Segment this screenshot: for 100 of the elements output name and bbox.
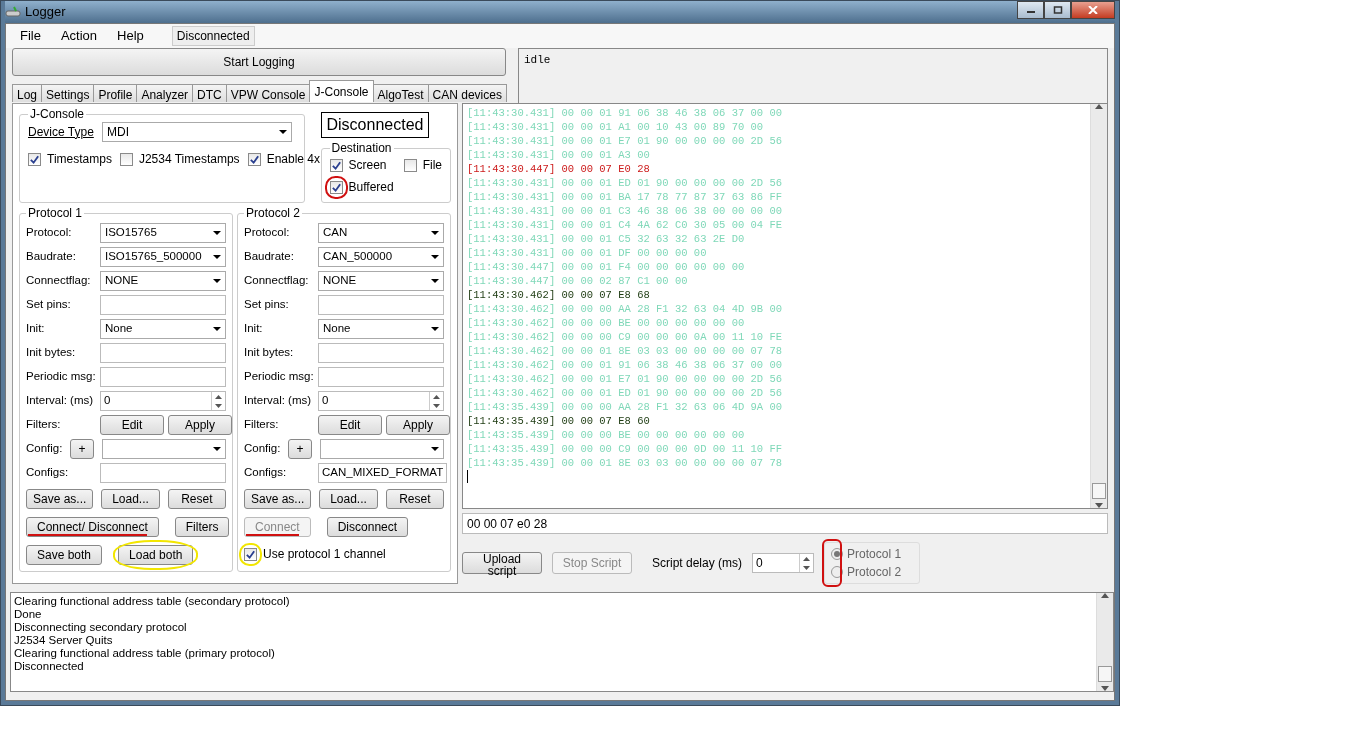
button[interactable]: Apply [386,415,450,435]
tab[interactable]: VPW Console [225,84,311,102]
spin-down-icon[interactable] [430,401,443,410]
field-label: Connectflag: [244,273,310,289]
close-button[interactable] [1071,1,1115,19]
scroll-thumb[interactable] [1092,483,1106,499]
console-line: [11:43:30.431] 00 00 01 A3 00 [467,148,651,162]
tab[interactable]: DTC [192,84,227,102]
field-label: Periodic msg: [244,369,315,385]
maximize-button[interactable] [1044,1,1071,19]
dropdown[interactable]: CAN_500000 [318,247,444,267]
dropdown[interactable]: NONE [318,271,444,291]
button[interactable]: Filters [174,517,230,537]
text-field[interactable] [100,367,226,387]
device-type-dropdown[interactable]: MDI [102,122,292,142]
dropdown[interactable]: ISO15765_500000 [100,247,226,267]
dropdown[interactable]: None [100,319,226,339]
console-line: [11:43:35.439] 00 00 00 C9 00 00 00 0D 00 11 10 FF [467,442,784,456]
button[interactable]: Load both [118,545,194,565]
checkbox[interactable] [329,180,343,194]
scrollbar[interactable] [1090,104,1107,508]
checkbox[interactable] [329,158,343,172]
checkbox-label: Screen [348,157,387,174]
log-line: Done [14,608,43,621]
console-line: [11:43:30.462] 00 00 00 AA 28 F1 32 63 04 4D 9B 00 [467,302,784,316]
log-line: Clearing functional address table (secondary protocol) [14,595,291,608]
menu-item[interactable]: Action [52,24,106,48]
tab[interactable]: AlgoTest [372,84,429,102]
command-field[interactable]: 00 00 07 e0 28 [462,513,1108,534]
checkbox-label: Use protocol 1 channel [263,546,386,563]
dropdown[interactable]: ISO15765 [100,223,226,243]
spin-up-icon[interactable] [212,392,225,401]
log-line: Clearing functional address table (primary protocol) [14,647,276,660]
add-button[interactable]: + [70,439,94,459]
dropdown-arrow-icon [431,231,439,235]
radio-dot-icon [834,551,841,557]
checkbox[interactable] [403,158,417,172]
start-logging-button[interactable]: Start Logging [12,48,506,76]
spin-down-icon[interactable] [212,401,225,410]
minimize-button[interactable] [1017,1,1044,19]
log-line: Disconnecting secondary protocol [14,621,188,634]
menu-item[interactable]: File [12,24,49,48]
text-field[interactable] [100,463,226,483]
add-button[interactable]: + [288,439,312,459]
dropdown[interactable]: CAN [318,223,444,243]
checkbox[interactable] [244,547,257,561]
text-field[interactable] [100,295,226,315]
button[interactable]: Load... [319,489,378,509]
text-field[interactable]: CAN_MIXED_FORMAT [318,463,448,483]
button[interactable]: Save as... [26,489,94,509]
log-line: Disconnected [14,660,85,673]
console-line: [11:43:30.447] 00 00 01 F4 00 00 00 00 00 00 [467,260,746,274]
button[interactable]: Connect/ Disconnect [26,517,159,537]
button[interactable]: Save as... [244,489,312,509]
connection-status: Disconnected [171,26,255,46]
scroll-thumb[interactable] [1098,666,1112,682]
console-line: [11:43:35.439] 00 00 00 BE 00 00 00 00 00 00 [467,428,746,442]
field-label: Set pins: [26,297,72,313]
button[interactable]: Edit [318,415,382,435]
console-line: [11:43:30.431] 00 00 01 91 06 38 46 38 06 37 00 00 [467,106,784,120]
console-line: [11:43:30.462] 00 00 07 E8 68 [467,288,651,302]
field-label: Device Type [28,124,94,141]
tab[interactable]: Log [12,84,43,102]
button[interactable]: Edit [100,415,164,435]
tab[interactable]: Analyzer [136,84,194,102]
button[interactable]: Reset [385,489,444,509]
field-label: Init bytes: [244,345,295,361]
spin-up-icon[interactable] [430,392,443,401]
checkbox[interactable] [28,152,41,166]
number-field[interactable]: 0 [752,553,815,573]
dropdown[interactable]: NONE [100,271,226,291]
group-title: Protocol 1 [27,207,84,219]
tab[interactable]: Settings [41,84,95,102]
field-label: Protocol: [244,225,291,241]
tab[interactable]: Profile [93,84,138,102]
tab[interactable]: J-Console [309,80,374,102]
checkbox[interactable] [247,152,261,166]
field-label: Baudrate: [244,249,295,265]
button[interactable]: Disconnect [326,517,409,537]
field-label: Init bytes: [26,345,77,361]
group-title: Destination [330,142,393,154]
number-field[interactable]: 0 [100,391,226,411]
text-field[interactable] [100,343,226,363]
text-field[interactable] [318,295,444,315]
text-field[interactable] [318,367,444,387]
menu-item[interactable]: Help [109,24,152,48]
number-field[interactable]: 0 [318,391,444,411]
button[interactable]: Load... [101,489,160,509]
tab[interactable]: CAN devices [427,84,507,102]
checkbox[interactable] [119,152,133,166]
field-label: Configs: [244,465,288,481]
status-label: Disconnected [320,112,430,138]
button[interactable]: Reset [167,489,226,509]
button[interactable]: Apply [168,415,232,435]
text-field[interactable] [318,343,444,363]
dropdown[interactable]: None [318,319,444,339]
scroll-down-icon [1095,503,1103,508]
scrollbar[interactable] [1096,593,1113,691]
button[interactable]: Save both [26,545,103,565]
dropdown-arrow-icon [213,447,221,451]
